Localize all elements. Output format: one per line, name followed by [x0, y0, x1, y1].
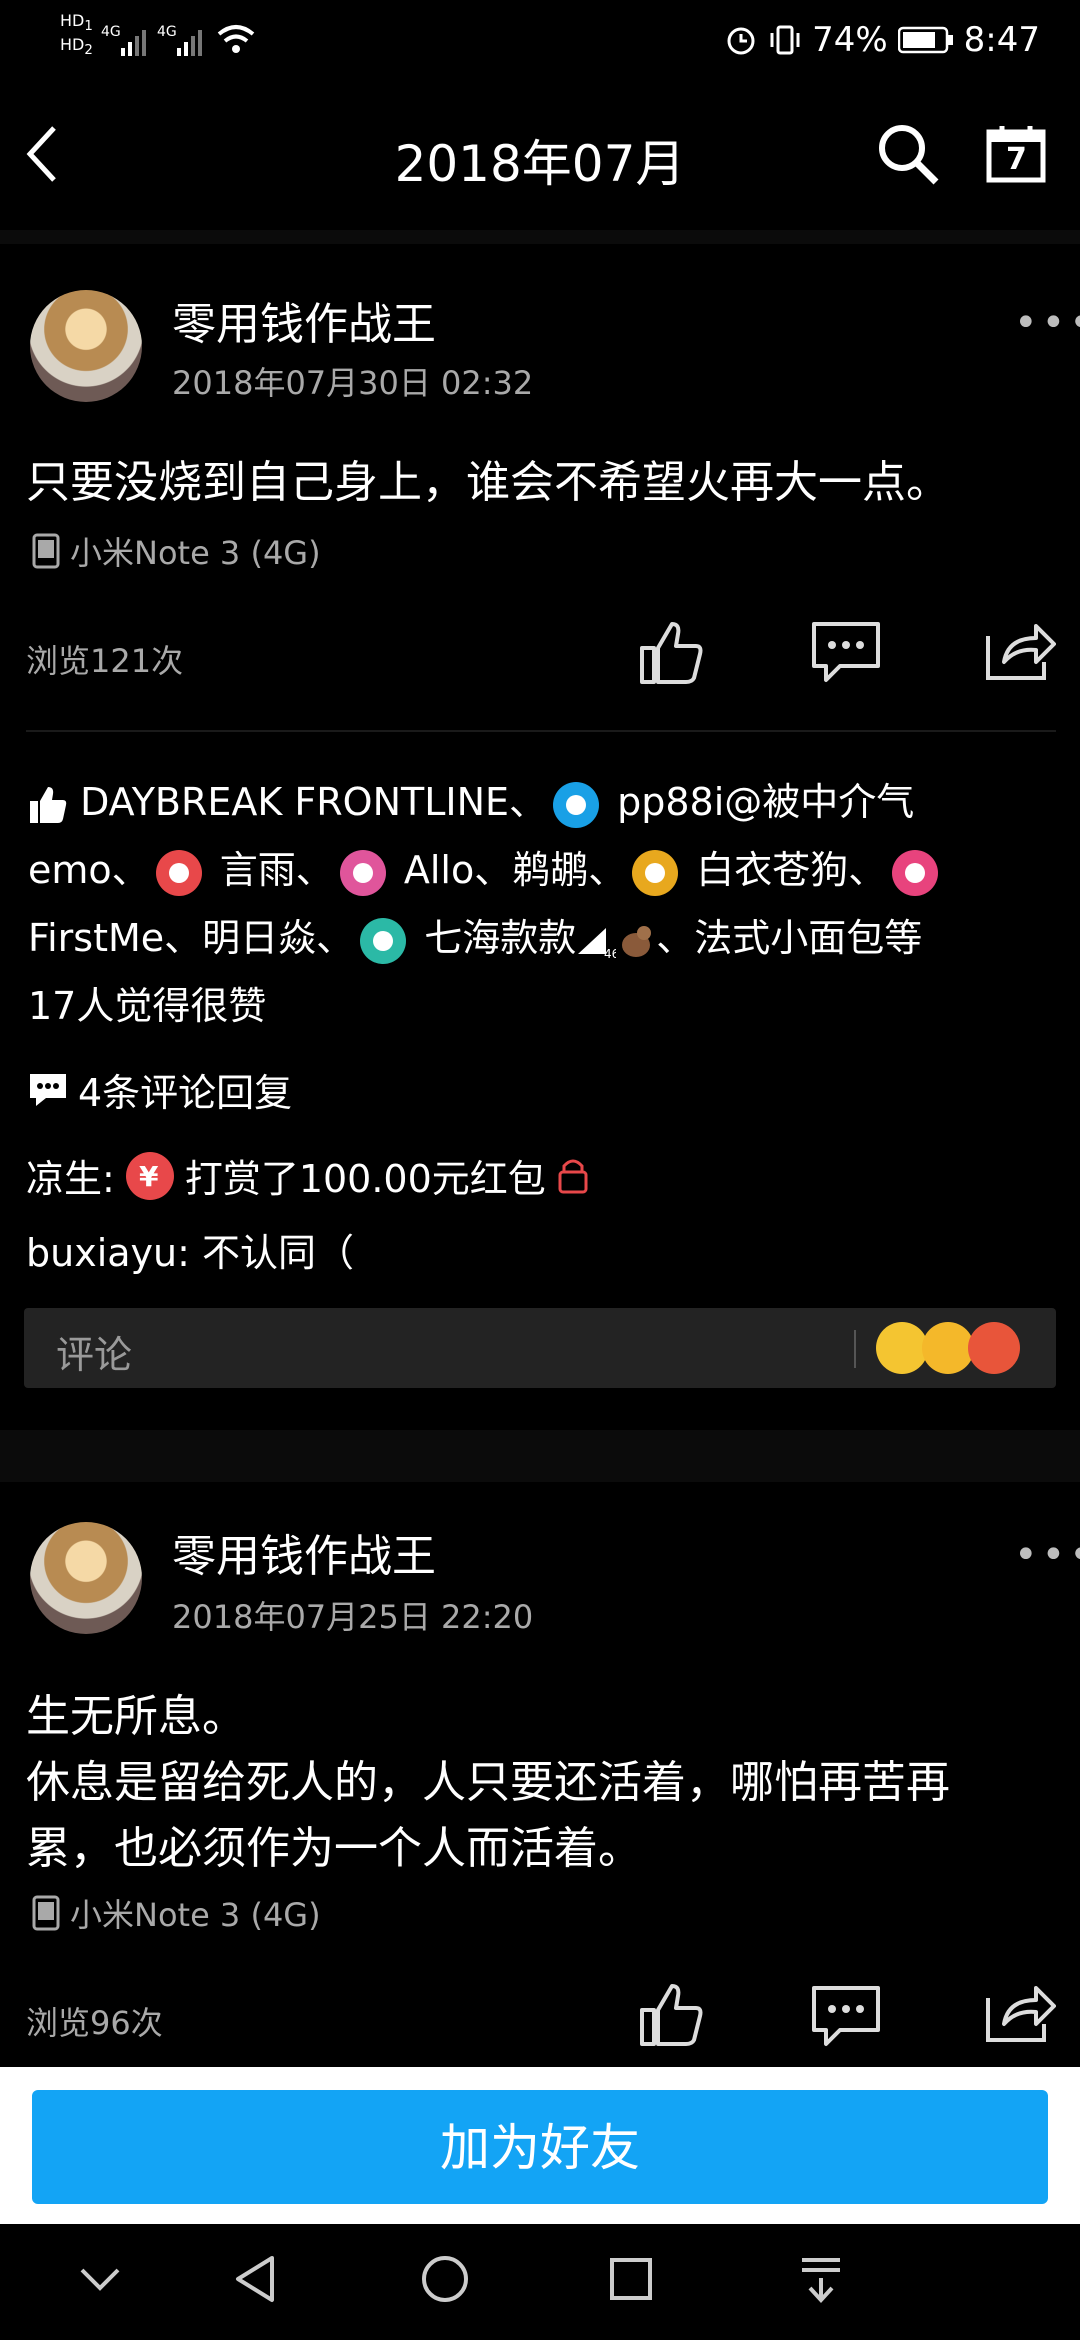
input-divider [854, 1330, 856, 1368]
likes-line3: FirstMe、明日焱、 [28, 916, 355, 960]
signal-icon: 4G 4G [101, 24, 255, 57]
laugh-cry-emoji-icon[interactable] [922, 1322, 974, 1374]
clock: 8:47 [963, 20, 1040, 60]
star-avatar-icon [632, 849, 679, 896]
post-text-line: 生无所息。 [26, 1691, 246, 1742]
view-count: 浏览96次 [26, 2004, 163, 2042]
share-button[interactable] [984, 1980, 1056, 2044]
share-icon [986, 624, 1056, 680]
add-friend-button[interactable]: 加为好友 [32, 2090, 1048, 2204]
comment-row[interactable]: 凉生: ¥ 打赏了100.00元红包 [26, 1148, 590, 1203]
gear-avatar-icon [553, 781, 600, 828]
svg-text:4G: 4G [101, 24, 121, 40]
author-name[interactable]: 零用钱作战王 [172, 1520, 436, 1584]
phone-icon [32, 533, 60, 569]
likes-total: 17人觉得很赞 [28, 984, 267, 1028]
search-icon[interactable] [876, 122, 940, 190]
post-text: 只要没烧到自己身上，谁会不希望火再大一点。 [26, 457, 950, 508]
red-packet-icon: ¥ [125, 1151, 174, 1200]
calendar-day: 7 [1006, 142, 1027, 177]
grin-emoji-icon[interactable] [876, 1322, 928, 1374]
divider [26, 730, 1056, 732]
comment-input[interactable]: 评论 [24, 1308, 1056, 1388]
avatar[interactable] [30, 1522, 142, 1634]
separator [0, 230, 1080, 244]
top-nav: 2018年07月 7 [0, 80, 1080, 230]
share-icon [986, 1986, 1056, 2042]
device-info: 小米Note 3 (4G) [30, 528, 321, 574]
calendar-icon[interactable]: 7 [986, 124, 1046, 184]
nav-recents-icon[interactable] [608, 2256, 654, 2306]
share-button[interactable] [984, 618, 1056, 682]
author-name[interactable]: 零用钱作战王 [172, 288, 436, 352]
network-indicator: HD1 HD2 4G 4G [60, 11, 301, 60]
comment-user[interactable]: 凉生: [26, 1148, 115, 1203]
nav-home-icon[interactable] [420, 2254, 470, 2308]
likes-user4: 白衣苍狗、 [684, 848, 887, 892]
svg-text:4G: 4G [157, 24, 177, 40]
likes-user2: 言雨、 [207, 848, 334, 892]
svg-text:¥: ¥ [139, 1160, 159, 1193]
separator [0, 1430, 1080, 1482]
comment-button[interactable] [810, 620, 882, 684]
thumbs-up-icon [640, 1984, 703, 2046]
post-text: 生无所息。 休息是留给死人的，人只要还活着，哪怕再苦再 累，也必须作为一个人而活… [26, 1684, 1066, 1882]
thumbs-up-icon [640, 622, 703, 684]
likes-user5: 七海款款 [412, 916, 577, 960]
battery-icon [897, 26, 953, 54]
balloon-avatar-icon [155, 849, 202, 896]
like-button[interactable] [636, 618, 706, 686]
more-options-icon[interactable]: ••• [1014, 1532, 1080, 1578]
more-options-icon[interactable]: ••• [1014, 300, 1080, 346]
system-nav-bar [0, 2224, 1080, 2340]
star-pink-avatar-icon [892, 849, 939, 896]
vibrate-icon [770, 25, 800, 55]
likes-user3: Allo、鹈鹕、 [391, 848, 627, 892]
angry-emoji-icon[interactable] [968, 1322, 1020, 1374]
thumbs-up-filled-icon [30, 786, 67, 823]
device-label: 小米Note 3 (4G) [70, 1896, 321, 1934]
comment-user[interactable]: buxiayu: [26, 1231, 190, 1275]
like-button[interactable] [636, 1980, 706, 2048]
nav-back-icon[interactable] [232, 2254, 278, 2308]
view-count: 浏览121次 [26, 642, 184, 680]
comment-small-icon [30, 1073, 66, 1106]
comment-placeholder: 评论 [56, 1333, 133, 1377]
likes-line2: emo、 [28, 848, 150, 892]
comment-count[interactable]: 4条评论回复 [28, 1062, 292, 1117]
feather-avatar-icon [360, 917, 407, 964]
phone-icon [32, 1895, 60, 1931]
comment-icon [812, 622, 880, 682]
notification-pull-icon[interactable] [798, 2254, 844, 2308]
svg-text:46: 46 [604, 947, 616, 958]
likes-user1: pp88i@被中介气 [605, 780, 915, 824]
otter-emoji-icon [622, 925, 652, 957]
post-text-line: 休息是留给死人的，人只要还活着，哪怕再苦再 [26, 1757, 950, 1808]
lollipop-avatar-icon [339, 849, 386, 896]
avatar[interactable] [30, 290, 142, 402]
comment-text: 打赏了100.00元红包 [184, 1157, 546, 1201]
post-text-line: 累，也必须作为一个人而活着。 [26, 1823, 642, 1874]
alarm-icon [727, 27, 755, 55]
status-right: 74% 8:47 [724, 20, 1040, 60]
comment-count-label: 4条评论回复 [78, 1071, 293, 1115]
device-info: 小米Note 3 (4G) [30, 1890, 321, 1936]
likes-list: DAYBREAK FRONTLINE、 pp88i@被中介气 emo、 言雨、 … [28, 768, 1058, 1040]
post-time: 2018年07月25日 22:20 [172, 1598, 534, 1636]
likes-line3b: 、法式小面包等 [656, 916, 923, 960]
device-label: 小米Note 3 (4G) [70, 534, 321, 572]
comment-button[interactable] [810, 1984, 882, 2048]
chevron-down-icon[interactable] [78, 2264, 122, 2298]
likes-line1: DAYBREAK FRONTLINE、 [68, 780, 548, 824]
comment-text: 不认同（ [202, 1231, 355, 1275]
status-bar: HD1 HD2 4G 4G 74% 8:47 [0, 0, 1080, 80]
emoji-picker[interactable] [876, 1322, 1020, 1374]
lock-icon [558, 1159, 588, 1193]
battery-percent: 74% [812, 20, 888, 60]
comment-icon [812, 1986, 880, 2046]
comment-row[interactable]: buxiayu: 不认同（ [26, 1222, 354, 1277]
signal-emoji-icon: 46 [578, 927, 620, 961]
post-time: 2018年07月30日 02:32 [172, 364, 534, 402]
